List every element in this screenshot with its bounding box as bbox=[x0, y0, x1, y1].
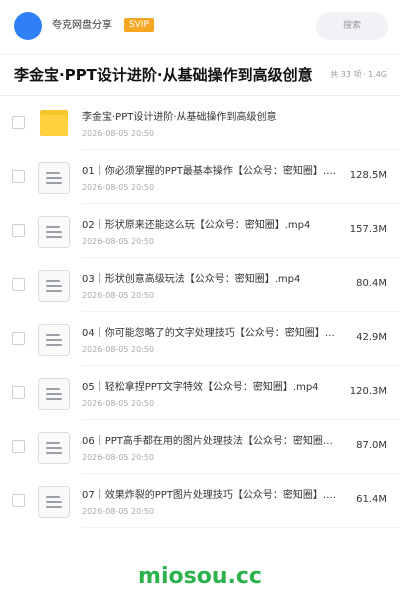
item-size: 128.5M bbox=[349, 170, 387, 181]
item-name[interactable]: 05｜轻松拿捏PPT文字特效【公众号：密知圈】.mp4 bbox=[82, 381, 337, 395]
select-checkbox[interactable] bbox=[12, 494, 25, 507]
icon-line bbox=[46, 393, 62, 395]
header-bar: 夸克网盘分享 SVIP 搜索 bbox=[0, 0, 400, 54]
item-name[interactable]: 01｜你必须掌握的PPT最基本操作【公众号：密知圈】.mp4 bbox=[82, 165, 337, 179]
icon-line bbox=[46, 236, 62, 238]
item-count: 共 33 项 bbox=[330, 70, 362, 79]
list-item[interactable]: 07｜效果炸裂的PPT图片处理技巧【公众号：密知圈】.mp4 2026-08-0… bbox=[0, 474, 400, 528]
item-size: 42.9M bbox=[356, 332, 387, 343]
list-item[interactable]: 05｜轻松拿捏PPT文字特效【公众号：密知圈】.mp4 2026-08-05 2… bbox=[0, 366, 400, 420]
item-name[interactable]: 李金宝·PPT设计进阶·从基础操作到高级创意 bbox=[82, 111, 382, 125]
select-checkbox[interactable] bbox=[12, 278, 25, 291]
item-name[interactable]: 02｜形状原来还能这么玩【公众号：密知圈】.mp4 bbox=[82, 219, 337, 233]
icon-line bbox=[46, 447, 62, 449]
list-item[interactable]: 06｜PPT高手都在用的图片处理技法【公众号：密知圈】.mp4 2026-08-… bbox=[0, 420, 400, 474]
document-icon bbox=[38, 378, 70, 410]
select-checkbox[interactable] bbox=[12, 386, 25, 399]
icon-line bbox=[46, 177, 62, 179]
document-icon bbox=[38, 216, 70, 248]
icon-line bbox=[46, 182, 62, 184]
icon-line bbox=[46, 398, 62, 400]
icon-line bbox=[46, 501, 62, 503]
item-name[interactable]: 04｜你可能忽略了的文字处理技巧【公众号：密知圈】.mp4 bbox=[82, 327, 337, 341]
item-date: 2026-08-05 20:50 bbox=[82, 345, 155, 354]
item-size: 80.4M bbox=[356, 278, 387, 289]
folder-icon-body bbox=[40, 115, 68, 136]
item-size: 61.4M bbox=[356, 494, 387, 505]
icon-line bbox=[46, 226, 60, 228]
uploader-avatar[interactable] bbox=[14, 12, 42, 40]
list-item[interactable]: 01｜你必须掌握的PPT最基本操作【公众号：密知圈】.mp4 2026-08-0… bbox=[0, 150, 400, 204]
svip-badge: SVIP bbox=[124, 18, 154, 32]
meta-separator: · bbox=[363, 70, 367, 79]
item-date: 2026-08-05 20:50 bbox=[82, 183, 155, 192]
icon-line bbox=[46, 280, 60, 282]
page-title: 李金宝·PPT设计进阶·从基础操作到高级创意 bbox=[14, 66, 313, 84]
icon-line bbox=[46, 290, 62, 292]
document-icon bbox=[38, 432, 70, 464]
list-item-folder[interactable]: 李金宝·PPT设计进阶·从基础操作到高级创意 2026-08-05 20:50 bbox=[0, 96, 400, 150]
icon-line bbox=[46, 172, 60, 174]
item-name[interactable]: 07｜效果炸裂的PPT图片处理技巧【公众号：密知圈】.mp4 bbox=[82, 489, 337, 503]
select-checkbox[interactable] bbox=[12, 224, 25, 237]
icon-line bbox=[46, 442, 60, 444]
select-checkbox[interactable] bbox=[12, 332, 25, 345]
icon-line bbox=[46, 334, 60, 336]
folder-size: 1.4G bbox=[368, 70, 387, 79]
icon-line bbox=[46, 285, 62, 287]
document-icon bbox=[38, 270, 70, 302]
document-icon bbox=[38, 324, 70, 356]
item-date: 2026-08-05 20:50 bbox=[82, 291, 155, 300]
icon-line bbox=[46, 344, 62, 346]
icon-line bbox=[46, 496, 60, 498]
select-checkbox[interactable] bbox=[12, 440, 25, 453]
icon-line bbox=[46, 339, 62, 341]
icon-line bbox=[46, 452, 62, 454]
list-item[interactable]: 03｜形状创意高级玩法【公众号：密知圈】.mp4 2026-08-05 20:5… bbox=[0, 258, 400, 312]
folder-icon bbox=[40, 110, 68, 136]
document-icon bbox=[38, 486, 70, 518]
item-size: 120.3M bbox=[349, 386, 387, 397]
item-date: 2026-08-05 20:50 bbox=[82, 399, 155, 408]
document-icon bbox=[38, 162, 70, 194]
item-date: 2026-08-05 20:50 bbox=[82, 237, 155, 246]
item-size: 87.0M bbox=[356, 440, 387, 451]
select-checkbox[interactable] bbox=[12, 116, 25, 129]
list-item[interactable]: 02｜形状原来还能这么玩【公众号：密知圈】.mp4 2026-08-05 20:… bbox=[0, 204, 400, 258]
search-input[interactable]: 搜索 bbox=[316, 12, 388, 40]
item-name[interactable]: 06｜PPT高手都在用的图片处理技法【公众号：密知圈】.mp4 bbox=[82, 435, 337, 449]
icon-line bbox=[46, 231, 62, 233]
item-date: 2026-08-05 20:50 bbox=[82, 129, 155, 138]
item-name[interactable]: 03｜形状创意高级玩法【公众号：密知圈】.mp4 bbox=[82, 273, 337, 287]
folder-meta: 共 33 项 · 1.4G bbox=[330, 69, 387, 81]
item-size: 157.3M bbox=[349, 224, 387, 235]
watermark: miosou.cc bbox=[138, 564, 262, 589]
uploader-name[interactable]: 夸克网盘分享 bbox=[52, 19, 112, 33]
file-list: 李金宝·PPT设计进阶·从基础操作到高级创意 2026-08-05 20:50 … bbox=[0, 96, 400, 528]
icon-line bbox=[46, 388, 60, 390]
item-date: 2026-08-05 20:50 bbox=[82, 453, 155, 462]
folder-title-row: 李金宝·PPT设计进阶·从基础操作到高级创意 共 33 项 · 1.4G bbox=[0, 55, 400, 95]
select-checkbox[interactable] bbox=[12, 170, 25, 183]
item-date: 2026-08-05 20:50 bbox=[82, 507, 155, 516]
icon-line bbox=[46, 506, 62, 508]
list-item[interactable]: 04｜你可能忽略了的文字处理技巧【公众号：密知圈】.mp4 2026-08-05… bbox=[0, 312, 400, 366]
